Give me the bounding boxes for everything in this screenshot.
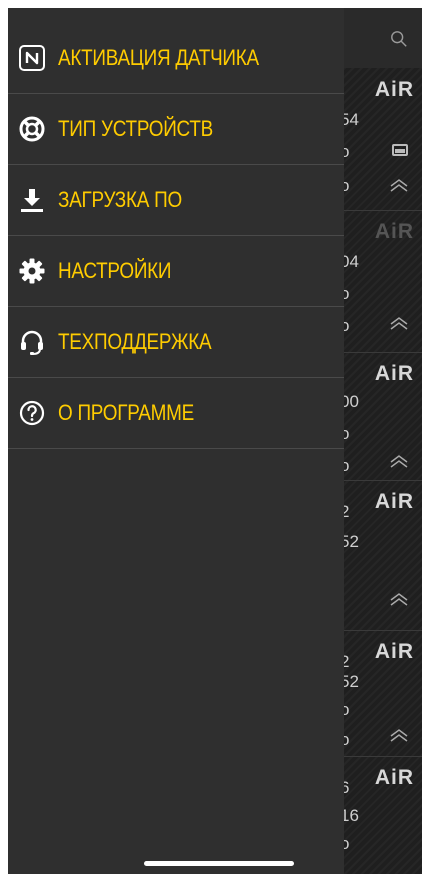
air-logo: AiR [374, 220, 414, 243]
chevron-up-icon[interactable] [388, 316, 410, 330]
download-icon [18, 186, 46, 214]
menu-item-label: АКТИВАЦИЯ ДАТЧИКА [58, 45, 259, 70]
menu-item-sensor-activation[interactable]: АКТИВАЦИЯ ДАТЧИКА [8, 23, 344, 94]
chevron-up-icon[interactable] [388, 454, 410, 468]
headset-icon [18, 328, 46, 356]
battery-icon [392, 144, 408, 156]
menu-item-firmware-download[interactable]: ЗАГРУЗКА ПО [8, 165, 344, 236]
menu-item-settings[interactable]: НАСТРОЙКИ [8, 236, 344, 307]
navigation-drawer: АКТИВАЦИЯ ДАТЧИКА ТИП УСТРОЙСТВ ЗАГРУЗКА… [8, 8, 344, 874]
menu-item-label: ТЕХПОДДЕРЖКА [58, 329, 212, 354]
air-logo: AiR [374, 766, 414, 789]
menu-item-label: О ПРОГРАММЕ [58, 400, 195, 425]
menu-item-device-types[interactable]: ТИП УСТРОЙСТВ [8, 94, 344, 165]
device-card[interactable]: AiR 6 16 o [340, 756, 422, 874]
chevron-up-icon[interactable] [388, 728, 410, 742]
nfc-icon [18, 44, 46, 72]
chevron-up-icon[interactable] [388, 592, 410, 606]
search-icon[interactable] [390, 30, 408, 48]
device-list-background: AiR 54 o o AiR 04 o o AiR 00 o o AiR 2 5… [340, 8, 422, 874]
app-header [344, 8, 422, 68]
device-card[interactable]: AiR 54 o o [340, 68, 422, 211]
device-card[interactable]: AiR 2 52 o o [340, 630, 422, 757]
screen: AiR 54 o o AiR 04 o o AiR 00 o o AiR 2 5… [8, 8, 422, 874]
help-circle-icon [18, 399, 46, 427]
device-card[interactable]: AiR 2 52 [340, 480, 422, 631]
menu-item-label: НАСТРОЙКИ [58, 258, 172, 283]
gear-icon [18, 257, 46, 285]
air-logo: AiR [374, 490, 414, 513]
device-card[interactable]: AiR 00 o o [340, 352, 422, 481]
air-logo: AiR [374, 640, 414, 663]
air-logo: AiR [374, 78, 414, 101]
lifebuoy-icon [18, 115, 46, 143]
menu-item-about[interactable]: О ПРОГРАММЕ [8, 378, 344, 449]
menu-item-support[interactable]: ТЕХПОДДЕРЖКА [8, 307, 344, 378]
chevron-up-icon[interactable] [388, 178, 410, 192]
air-logo: AiR [374, 362, 414, 385]
menu-item-label: ТИП УСТРОЙСТВ [58, 116, 214, 141]
home-indicator[interactable] [144, 861, 294, 866]
device-card[interactable]: AiR 04 o o [340, 210, 422, 353]
menu-item-label: ЗАГРУЗКА ПО [58, 187, 182, 212]
